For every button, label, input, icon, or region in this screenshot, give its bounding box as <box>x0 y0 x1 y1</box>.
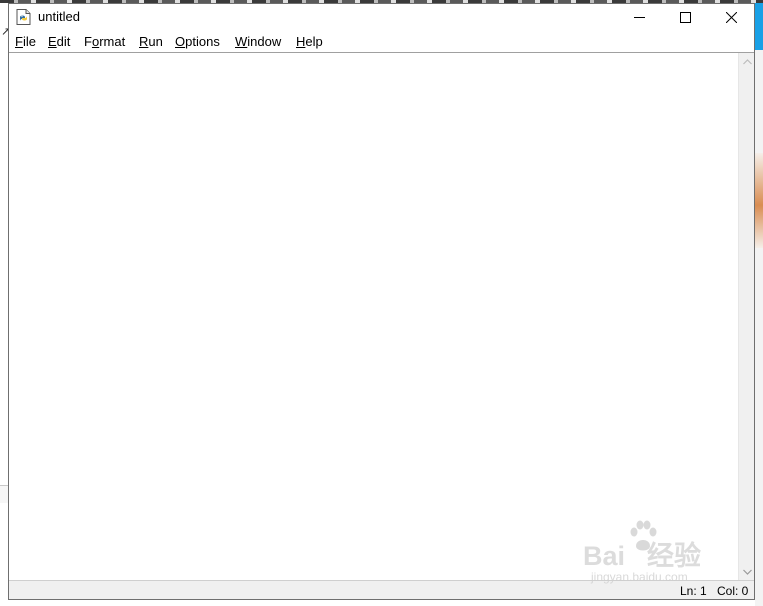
menu-window[interactable]: Window <box>235 34 281 49</box>
status-column-number: Col: 0 <box>717 584 749 598</box>
close-button[interactable] <box>708 4 754 30</box>
menu-edit[interactable]: Edit <box>48 34 70 49</box>
menu-file[interactable]: File <box>15 34 36 49</box>
chevron-up-icon <box>742 58 752 64</box>
menu-format-prefix: F <box>84 34 92 49</box>
menu-window-mnemonic: W <box>235 34 248 49</box>
desktop-panel-edge <box>0 485 8 503</box>
menu-bar: File Edit Format Run Options Window Help <box>9 30 754 52</box>
status-bar: Ln: 1 Col: 0 <box>9 580 754 599</box>
menu-options[interactable]: Options <box>175 34 220 49</box>
menu-help-label: elp <box>305 34 323 49</box>
chevron-down-icon <box>742 569 752 575</box>
menu-window-label: indow <box>247 34 282 49</box>
menu-file-mnemonic: F <box>15 34 23 49</box>
menu-file-label: ile <box>22 34 36 49</box>
title-bar[interactable]: untitled <box>9 4 754 30</box>
vertical-scrollbar[interactable] <box>738 53 754 580</box>
menu-format-label: rmat <box>99 34 126 49</box>
menu-options-mnemonic: O <box>175 34 186 49</box>
maximize-button[interactable] <box>662 4 708 30</box>
minimize-button[interactable] <box>616 4 662 30</box>
desktop-background-left: ↗ <box>0 3 10 606</box>
scroll-up-button[interactable] <box>739 53 755 70</box>
menu-edit-mnemonic: E <box>48 34 57 49</box>
window-title: untitled <box>38 9 80 24</box>
python-file-icon <box>16 9 31 25</box>
close-icon <box>725 11 737 23</box>
menu-run-mnemonic: R <box>139 34 149 49</box>
desktop-accent <box>755 153 763 248</box>
scroll-down-button[interactable] <box>739 563 755 580</box>
desktop-background-right <box>755 3 763 606</box>
idle-editor-window: untitled File Edit Format Run Options Wi… <box>8 3 755 600</box>
menu-help[interactable]: Help <box>296 34 323 49</box>
menu-format[interactable]: Format <box>84 34 125 49</box>
menu-run[interactable]: Run <box>139 34 163 49</box>
menu-options-label: ptions <box>185 34 220 49</box>
minimize-icon <box>633 16 645 18</box>
maximize-icon <box>679 11 691 23</box>
menu-edit-label: dit <box>56 34 71 49</box>
status-line-number: Ln: 1 <box>680 584 707 598</box>
editor-frame <box>9 52 754 580</box>
menu-run-label: un <box>148 34 163 49</box>
menu-help-mnemonic: H <box>296 34 306 49</box>
code-text-area[interactable] <box>9 53 738 580</box>
